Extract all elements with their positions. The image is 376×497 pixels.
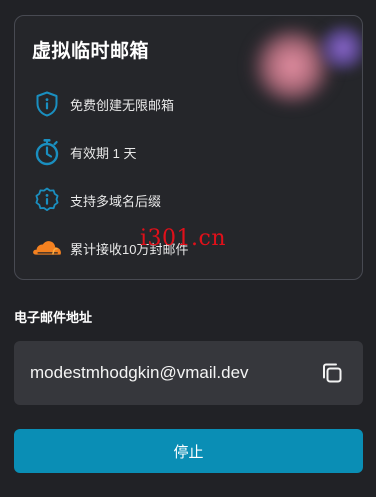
feature-label: 支持多域名后缀	[70, 193, 162, 209]
copy-icon	[323, 363, 342, 383]
feature-item-domains: 支持多域名后缀	[32, 185, 161, 215]
card-title: 虚拟临时邮箱	[32, 41, 150, 62]
stop-button[interactable]: 停止	[14, 429, 363, 473]
feature-label: 免费创建无限邮箱	[70, 97, 175, 113]
email-address-field[interactable]: modestmhodgkin@vmail.dev	[14, 341, 363, 405]
feature-card: 虚拟临时邮箱 免费创建无限邮箱 有效期 1 天 支持多域名后缀 累计接收10万封…	[14, 15, 363, 280]
copy-button[interactable]	[319, 360, 345, 386]
feature-label: 有效期 1 天	[70, 145, 137, 161]
stopwatch-icon	[32, 137, 62, 167]
decorative-glow-purple	[315, 24, 362, 72]
cloudflare-cloud-icon	[32, 233, 62, 263]
feature-item-unlimited: 免费创建无限邮箱	[32, 89, 174, 119]
feature-item-validity: 有效期 1 天	[32, 137, 136, 167]
email-address-value[interactable]: modestmhodgkin@vmail.dev	[30, 363, 319, 383]
feature-item-received: 累计接收10万封邮件	[32, 233, 188, 263]
shield-info-icon	[32, 89, 62, 119]
email-section-label: 电子邮件地址	[14, 310, 93, 325]
temp-mail-panel: 虚拟临时邮箱 免费创建无限邮箱 有效期 1 天 支持多域名后缀 累计接收10万封…	[0, 0, 376, 497]
feature-label: 累计接收10万封邮件	[70, 241, 189, 257]
info-badge-icon	[32, 185, 62, 215]
